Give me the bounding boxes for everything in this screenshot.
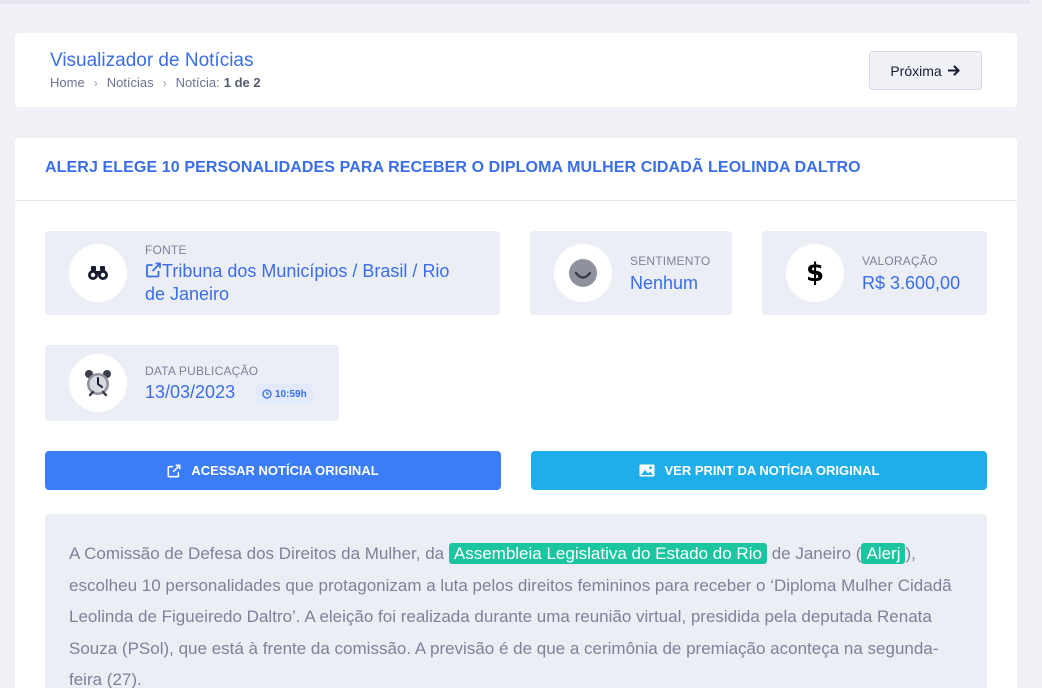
body-text-part: de Janeiro ( [771,544,862,563]
breadcrumb: Home › Notícias › Notícia: 1 de 2 [50,75,261,90]
news-title: ALERJ ELEGE 10 PERSONALIDADES PARA RECEB… [45,159,861,176]
fonte-box: FONTE Tribuna dos Municípios / Brasil / … [45,231,500,315]
page-header: Visualizador de Notícias Home › Notícias… [15,33,1017,107]
page-title: Visualizador de Notícias [50,50,254,71]
data-publicacao-box: DATA PUBLICAÇÃO 13/03/2023 10:59h [45,345,339,421]
next-button-label: Próxima [890,62,942,79]
alarm-clock-icon [69,354,127,412]
chevron-right-icon: › [93,75,98,90]
external-link-icon [146,262,161,278]
breadcrumb-noticia: Notícia: [175,75,220,90]
dollar-icon: $ [786,244,844,302]
fonte-value-2: de Janeiro [145,284,230,304]
view-print-button[interactable]: VER PRINT DA NOTÍCIA ORIGINAL [531,451,987,490]
time-value: 10:59h [275,388,307,400]
clock-icon [262,389,272,399]
scrollbar-track[interactable] [1030,0,1042,688]
valoracao-box: $ VALORAÇÃO R$ 3.600,00 [762,231,987,315]
chevron-right-icon: › [162,75,167,90]
time-badge: 10:59h [256,384,313,404]
external-link-icon [167,464,181,477]
fonte-value-1: Tribuna dos Municípios / Brasil / Rio [162,261,450,281]
body-text-part: A Comissão de Defesa dos Direitos da Mul… [69,544,445,563]
breadcrumb-noticias[interactable]: Notícias [107,75,154,90]
news-body: A Comissão de Defesa dos Direitos da Mul… [45,514,987,688]
binoculars-icon [69,244,127,302]
data-publicacao-value: 13/03/2023 [145,382,236,402]
sentimento-label: SENTIMENTO [630,254,711,268]
valoracao-label: VALORAÇÃO [862,254,938,268]
arrow-right-icon [947,65,960,76]
news-body-text: A Comissão de Defesa dos Direitos da Mul… [69,538,969,688]
fonte-link[interactable]: Tribuna dos Municípios / Brasil / Rio de… [145,260,490,306]
fonte-label: FONTE [145,243,187,257]
image-icon [639,464,654,477]
access-original-label: ACESSAR NOTÍCIA ORIGINAL [191,463,379,478]
body-text-part: ), escolheu 10 personalidades que protag… [69,544,952,688]
divider [15,200,1017,201]
data-publicacao-label: DATA PUBLICAÇÃO [145,364,259,378]
sentimento-value: Nenhum [630,273,699,293]
highlight-entity: Assembleia Legislativa do Estado do Rio [448,543,767,564]
news-card: ALERJ ELEGE 10 PERSONALIDADES PARA RECEB… [15,138,1017,688]
sentimento-box: SENTIMENTO Nenhum [530,231,732,315]
breadcrumb-home[interactable]: Home [50,75,85,90]
next-button[interactable]: Próxima [869,51,982,90]
neutral-face-icon [554,244,612,302]
highlight-entity: Alerj [861,543,906,564]
top-bar [0,0,1030,4]
breadcrumb-position: 1 de 2 [223,75,261,90]
access-original-button[interactable]: ACESSAR NOTÍCIA ORIGINAL [45,451,501,490]
view-print-label: VER PRINT DA NOTÍCIA ORIGINAL [664,463,880,478]
valoracao-value: R$ 3.600,00 [862,273,961,293]
